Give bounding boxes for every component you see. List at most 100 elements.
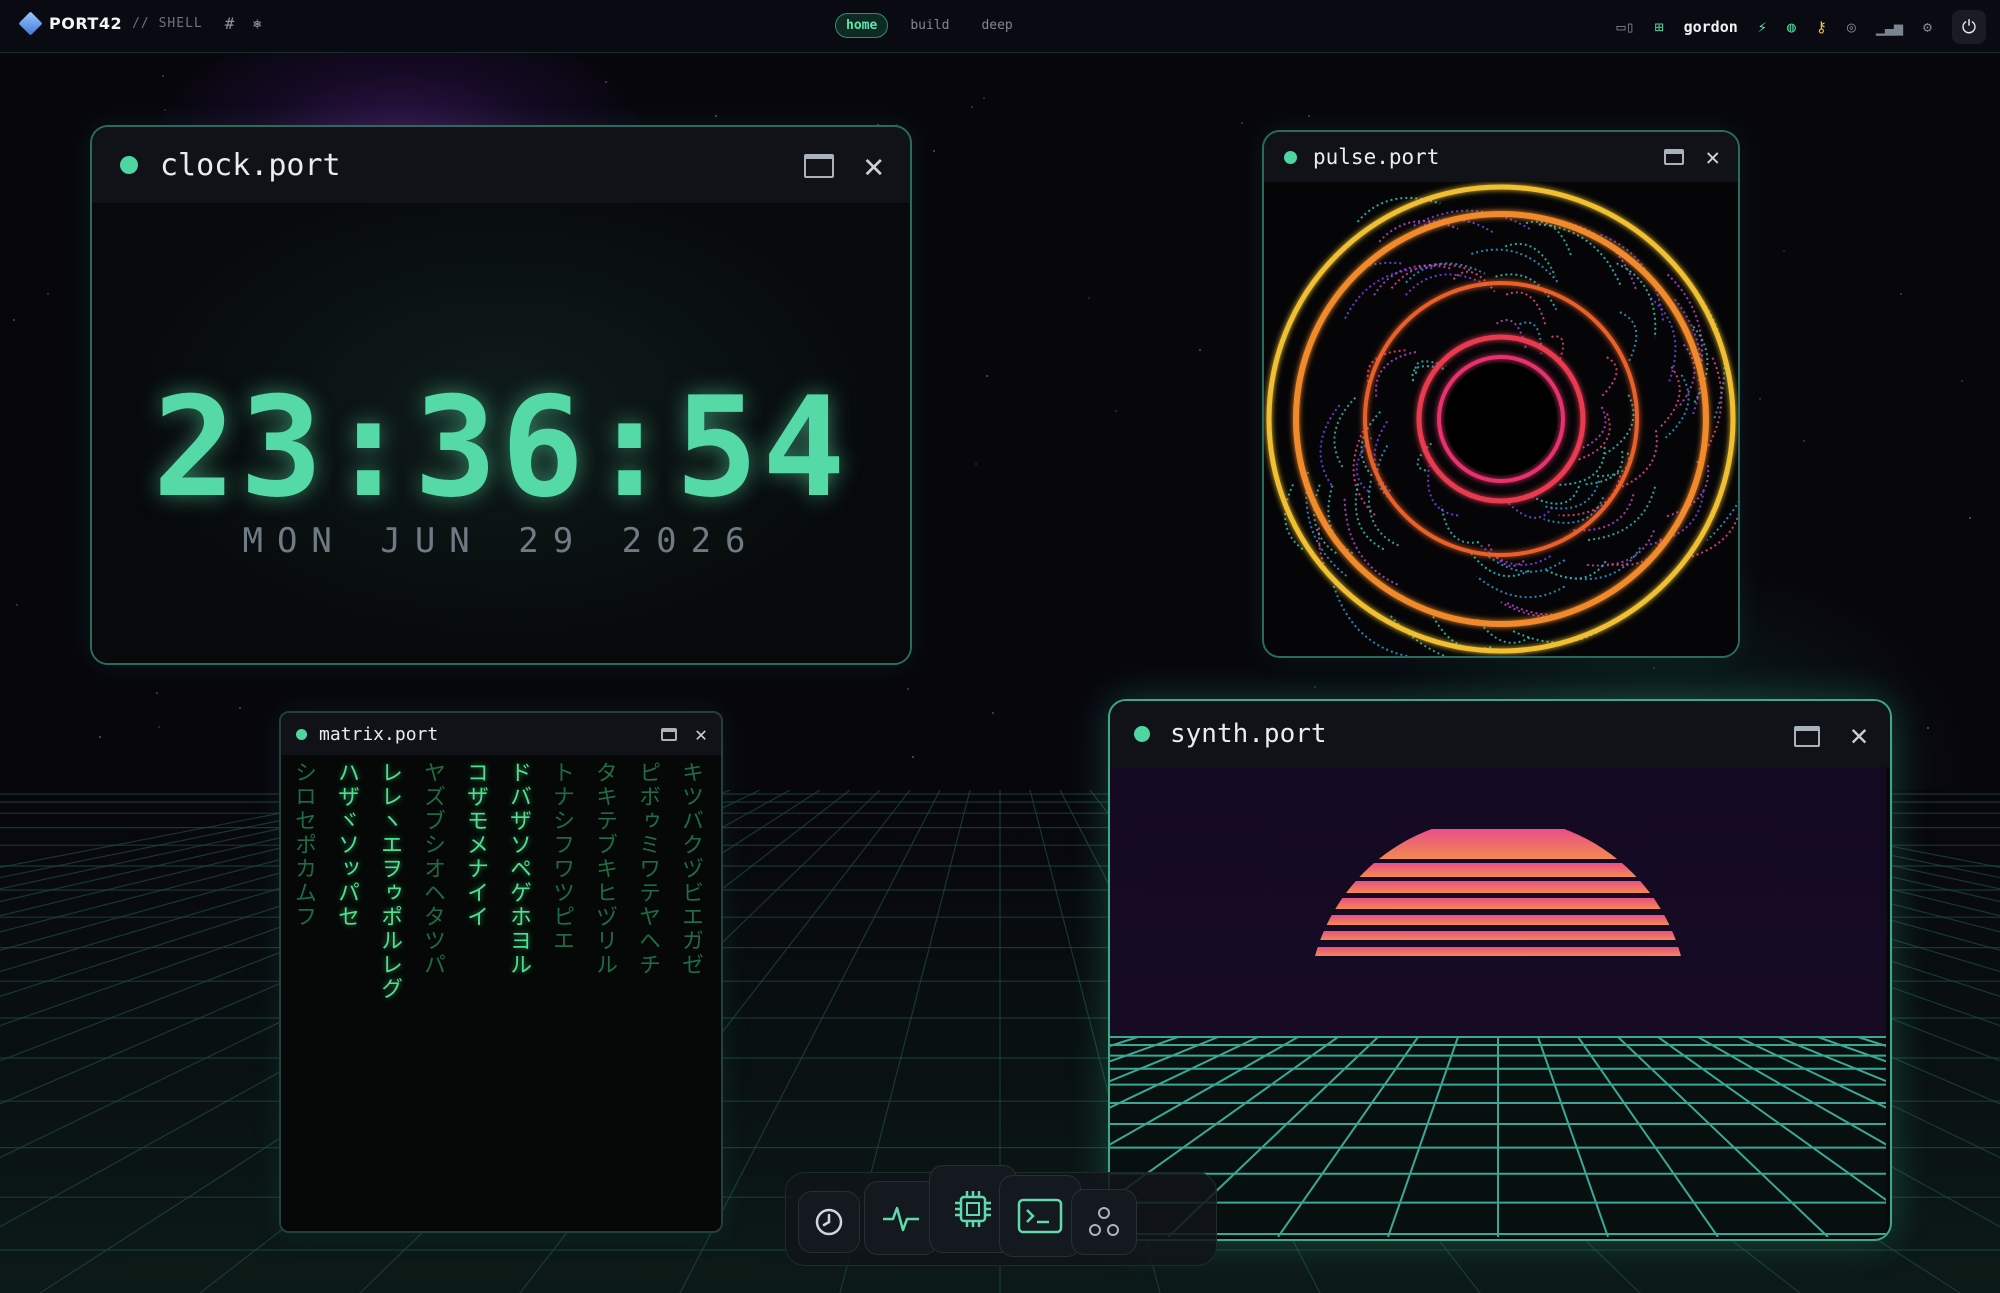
sun-stripe xyxy=(1308,915,1688,925)
star xyxy=(992,712,994,714)
clock-window-titlebar[interactable]: clock.port ✕ xyxy=(92,127,910,203)
status-dot-icon xyxy=(1134,726,1150,742)
sun-stripe xyxy=(1308,947,1688,956)
dock-clock-icon[interactable] xyxy=(798,1191,860,1253)
matrix-column: レレヽエヲゥポルレグ xyxy=(377,761,402,1001)
matrix-column: ハザヾソッパセ xyxy=(334,761,359,929)
star xyxy=(158,726,160,728)
matrix-column: タキテブキヒヅリル xyxy=(592,761,617,977)
sun-stripe xyxy=(1308,881,1688,893)
dock-terminal-icon[interactable] xyxy=(999,1175,1081,1257)
clock-window[interactable]: clock.port ✕ 23:36:54 MON JUN 29 2026 xyxy=(90,125,912,665)
matrix-column: ヤズブシオヘタツパ xyxy=(420,761,445,977)
grid-icon[interactable]: ⊞ xyxy=(1655,18,1664,36)
star xyxy=(1900,293,1902,295)
sun-stripe xyxy=(1308,898,1688,909)
star xyxy=(1241,122,1243,124)
sun-stripe xyxy=(1308,931,1688,940)
close-icon[interactable]: ✕ xyxy=(1706,145,1720,169)
target-icon[interactable]: ◎ xyxy=(1847,18,1856,36)
tab-deep[interactable]: deep xyxy=(971,14,1022,37)
star xyxy=(162,75,164,77)
star xyxy=(16,604,18,606)
pulse-window[interactable]: pulse.port ✕ xyxy=(1262,130,1740,658)
gear-icon[interactable]: ⚙ xyxy=(1923,18,1932,36)
window-title: synth.port xyxy=(1170,719,1327,749)
synth-window[interactable]: synth.port ✕ xyxy=(1108,699,1892,1241)
star xyxy=(47,293,49,295)
synth-window-titlebar[interactable]: synth.port ✕ xyxy=(1110,701,1890,767)
matrix-rain: シロセポカムフ ハザヾソッパセ レレヽエヲゥポルレグ ヤズブシオヘタツパ コザモメナイイ… xyxy=(281,755,721,1231)
star xyxy=(1803,440,1805,442)
pulse-window-titlebar[interactable]: pulse.port ✕ xyxy=(1264,132,1738,182)
diamond-logo-icon xyxy=(18,11,43,36)
bar-chart-icon[interactable]: ▁▃▅ xyxy=(1876,18,1903,36)
close-icon[interactable]: ✕ xyxy=(1850,721,1868,751)
clock-time: 23:36:54 xyxy=(152,367,850,528)
status-dot-icon xyxy=(296,728,307,740)
matrix-column: ドバザソペゲホヨル xyxy=(506,761,531,977)
layout-icon[interactable]: ▭▯ xyxy=(1617,18,1635,36)
star xyxy=(239,707,241,709)
maximize-icon[interactable] xyxy=(660,727,677,741)
network-icon[interactable]: ⎈ xyxy=(252,14,262,33)
window-title: clock.port xyxy=(160,147,341,183)
bolt-icon[interactable]: ⚡ xyxy=(1758,18,1767,36)
synthwave-scene xyxy=(1110,767,1886,1237)
tab-build[interactable]: build xyxy=(900,14,959,37)
star xyxy=(933,150,935,152)
dock-pulse-icon[interactable] xyxy=(864,1181,938,1255)
status-dot-icon xyxy=(120,156,138,174)
close-icon[interactable]: ✕ xyxy=(695,724,707,744)
tab-home[interactable]: home xyxy=(835,13,889,38)
status-dot-icon xyxy=(1284,150,1297,164)
pulse-core xyxy=(1445,363,1557,475)
globe-icon[interactable]: ◍ xyxy=(1787,18,1796,36)
brand-name: PORT42 xyxy=(49,14,123,33)
top-bar: PORT42 // SHELL # ⎈ home build deep ▭▯ ⊞… xyxy=(0,0,2000,53)
star xyxy=(1199,349,1201,351)
matrix-column: コザモメナイイ xyxy=(463,761,488,929)
maximize-icon[interactable] xyxy=(1663,149,1684,165)
brand[interactable]: PORT42 // SHELL # ⎈ xyxy=(18,11,262,36)
app-dock xyxy=(785,1165,1217,1266)
star xyxy=(1308,115,1310,117)
power-icon[interactable]: ⏻ xyxy=(1952,10,1986,44)
star xyxy=(1969,517,1971,519)
hash-icon[interactable]: # xyxy=(225,14,235,33)
star xyxy=(1115,410,1117,412)
maximize-icon[interactable] xyxy=(1793,725,1820,747)
matrix-window-titlebar[interactable]: matrix.port ✕ xyxy=(281,713,721,755)
star xyxy=(1088,297,1090,299)
star xyxy=(156,692,158,694)
star xyxy=(99,736,101,738)
star xyxy=(1927,727,1929,729)
status-bar: ▭▯ ⊞ gordon ⚡ ◍ ⚷ ◎ ▁▃▅ ⚙ ⏻ xyxy=(1617,10,1986,44)
star xyxy=(975,463,977,465)
star xyxy=(1783,250,1785,252)
star xyxy=(605,81,607,83)
star xyxy=(986,375,988,377)
star xyxy=(983,97,985,99)
brand-subtitle: // SHELL xyxy=(132,16,203,31)
dock-nodes-icon[interactable] xyxy=(1071,1189,1137,1255)
star xyxy=(1961,380,1963,382)
matrix-window[interactable]: matrix.port ✕ シロセポカムフ ハザヾソッパセ レレヽエヲゥポルレグ ヤズ… xyxy=(279,711,723,1233)
close-icon[interactable]: ✕ xyxy=(864,149,884,183)
matrix-column: シロセポカムフ xyxy=(291,761,316,929)
key-icon[interactable]: ⚷ xyxy=(1816,18,1827,36)
matrix-column: ピボゥミワテヤヘチ xyxy=(635,761,660,977)
window-title: pulse.port xyxy=(1313,145,1440,169)
matrix-column: キツバクヅビエガゼ xyxy=(678,761,703,977)
username[interactable]: gordon xyxy=(1684,18,1738,36)
pulse-visualizer xyxy=(1264,182,1738,656)
star xyxy=(1759,398,1761,400)
star xyxy=(1314,686,1316,688)
matrix-column: トナシフワツピエ xyxy=(549,761,574,953)
star xyxy=(971,106,973,108)
maximize-icon[interactable] xyxy=(803,154,834,178)
window-title: matrix.port xyxy=(319,723,439,745)
clock-date: MON JUN 29 2026 xyxy=(242,521,760,561)
star xyxy=(912,756,914,758)
star xyxy=(164,109,166,111)
